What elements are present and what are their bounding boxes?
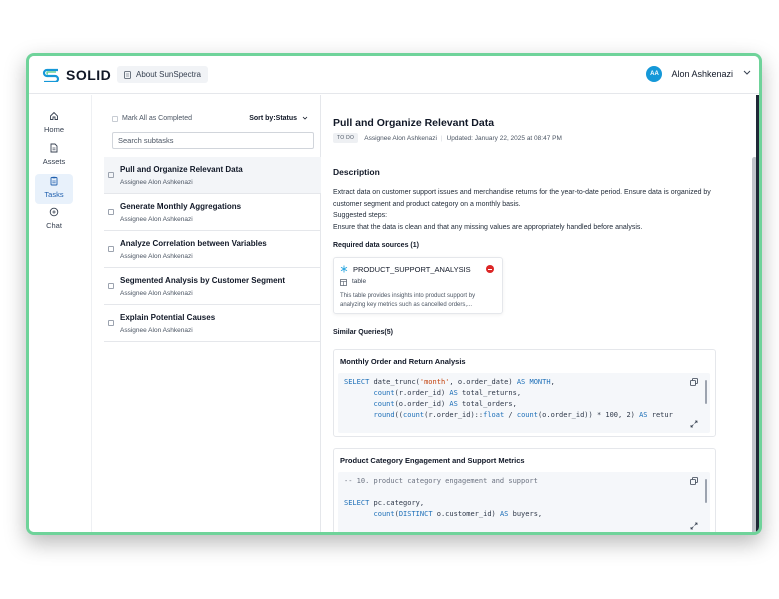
user-menu[interactable]: AA Alon Ashkenazi [646, 66, 733, 82]
remove-source-button[interactable] [486, 265, 494, 273]
solid-logo-icon [42, 68, 60, 82]
task-checkbox[interactable] [108, 172, 114, 178]
task-meta: TO DO Assignee Alon Ashkenazi | Updated:… [333, 133, 562, 143]
list-item[interactable]: Generate Monthly Aggregations Assignee A… [104, 194, 321, 231]
window-edge [756, 95, 759, 532]
description-line: Suggested steps: [333, 212, 388, 219]
sidebar-item-label: Tasks [44, 190, 64, 199]
app-window: SOLID About SunSpectra AA Alon Ashkenazi… [26, 53, 762, 535]
main-content: Mark All as Completed Sort by:Status Pul… [91, 95, 736, 532]
sidebar: Home Assets Tasks Chat [29, 95, 79, 532]
mark-all-label: Mark All as Completed [122, 115, 193, 122]
sort-dropdown[interactable]: Sort by:Status [249, 115, 308, 122]
similar-queries-heading: Similar Queries(5) [333, 329, 393, 336]
updated-timestamp: Updated: January 22, 2025 at 08:47 PM [446, 134, 562, 142]
expand-icon[interactable] [690, 522, 698, 530]
about-button[interactable]: About SunSpectra [117, 66, 208, 83]
table-icon [340, 279, 347, 286]
task-name: Explain Potential Causes [120, 313, 216, 322]
description-text: Extract data on customer support issues … [333, 187, 718, 233]
list-item[interactable]: Pull and Organize Relevant Data Assignee… [104, 157, 321, 194]
task-checkbox[interactable] [108, 320, 114, 326]
task-assignee: Assignee Alon Ashkenazi [120, 253, 193, 260]
page-title: Pull and Organize Relevant Data [333, 117, 495, 129]
task-name: Generate Monthly Aggregations [120, 202, 242, 211]
task-list: Pull and Organize Relevant Data Assignee… [104, 157, 321, 342]
task-detail: Pull and Organize Relevant Data TO DO As… [322, 95, 736, 532]
user-name: Alon Ashkenazi [671, 69, 733, 79]
sidebar-item-home[interactable]: Home [35, 111, 73, 139]
subtasks-panel: Mark All as Completed Sort by:Status Pul… [92, 95, 321, 532]
query-title: Product Category Engagement and Support … [340, 456, 525, 465]
chevron-down-icon[interactable] [743, 70, 751, 76]
meta-divider: | [440, 134, 443, 142]
description-line: Ensure that the data is clean and that a… [333, 223, 643, 231]
avatar: AA [646, 66, 663, 82]
source-description: This table provides insights into produc… [340, 293, 476, 308]
sidebar-item-label: Home [43, 125, 64, 134]
logo-text: SOLID [66, 67, 112, 83]
detail-assignee: Assignee Alon Ashkenazi [364, 134, 437, 142]
clipboard-icon [50, 176, 58, 186]
sort-label: Sort by:Status [249, 115, 298, 122]
sidebar-item-assets[interactable]: Assets [35, 143, 73, 171]
home-icon [50, 111, 58, 120]
task-name: Pull and Organize Relevant Data [120, 165, 243, 174]
search-input[interactable] [112, 132, 314, 149]
task-assignee: Assignee Alon Ashkenazi [120, 327, 193, 334]
list-item[interactable]: Segmented Analysis by Customer Segment A… [104, 268, 321, 305]
mark-all-checkbox[interactable] [112, 115, 118, 122]
description-line: Extract data on customer support issues … [333, 189, 711, 208]
task-assignee: Assignee Alon Ashkenazi [120, 290, 193, 297]
about-label: About SunSpectra [136, 70, 201, 79]
caret-down-icon [302, 116, 308, 120]
code-block[interactable]: -- 10. product category engagement and s… [338, 472, 710, 532]
query-card: Product Category Engagement and Support … [333, 448, 716, 532]
required-sources-heading: Required data sources (1) [333, 242, 419, 249]
task-checkbox[interactable] [108, 209, 114, 215]
list-item[interactable]: Analyze Correlation between Variables As… [104, 231, 321, 268]
task-name: Segmented Analysis by Customer Segment [120, 276, 286, 285]
query-card: Monthly Order and Return Analysis SELECT… [333, 349, 716, 437]
code-scrollbar[interactable] [705, 479, 707, 503]
code-scrollbar[interactable] [705, 380, 707, 404]
task-name: Analyze Correlation between Variables [120, 239, 267, 248]
source-name: PRODUCT_SUPPORT_ANALYSIS [353, 265, 471, 274]
copy-icon[interactable] [690, 378, 698, 386]
sidebar-item-label: Chat [46, 221, 62, 230]
list-item[interactable]: Explain Potential Causes Assignee Alon A… [104, 305, 321, 342]
sidebar-item-chat[interactable]: Chat [35, 207, 73, 235]
sidebar-item-label: Assets [42, 157, 66, 166]
expand-icon[interactable] [690, 420, 698, 428]
task-checkbox[interactable] [108, 283, 114, 289]
logo[interactable]: SOLID [42, 67, 111, 83]
copy-icon[interactable] [690, 477, 698, 485]
file-icon [50, 143, 58, 153]
document-icon [124, 70, 131, 79]
description-heading: Description [333, 167, 380, 177]
mark-all-completed[interactable]: Mark All as Completed [112, 115, 192, 122]
snowflake-icon [340, 265, 348, 273]
data-source-card[interactable]: PRODUCT_SUPPORT_ANALYSIS table This tabl… [333, 257, 503, 314]
code-block[interactable]: SELECT date_trunc('month', o.order_date)… [338, 373, 710, 433]
query-title: Monthly Order and Return Analysis [340, 357, 466, 366]
task-assignee: Assignee Alon Ashkenazi [120, 216, 193, 223]
sidebar-item-tasks[interactable]: Tasks [35, 174, 73, 204]
status-badge[interactable]: TO DO [333, 133, 359, 143]
task-assignee: Assignee Alon Ashkenazi [120, 179, 193, 186]
chat-icon [49, 207, 59, 217]
task-checkbox[interactable] [108, 246, 114, 252]
top-bar: SOLID About SunSpectra AA Alon Ashkenazi [29, 56, 759, 94]
source-type: table [352, 278, 367, 285]
